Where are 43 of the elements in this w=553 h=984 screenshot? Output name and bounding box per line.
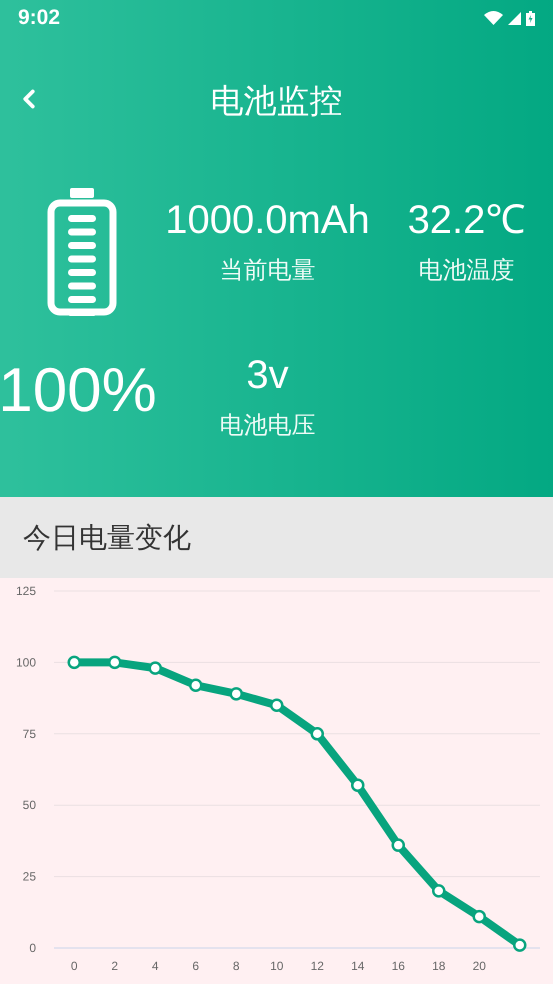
stat-label: 电池温度 [418, 255, 514, 286]
x-tick-label: 12 [310, 959, 324, 973]
x-tick-label: 8 [232, 959, 240, 973]
stat-value: 32.2℃ [408, 197, 526, 244]
y-tick-label: 100 [16, 655, 36, 670]
x-tick-label: 20 [472, 959, 486, 973]
data-point [351, 778, 364, 792]
battery-charging-icon [526, 10, 535, 26]
data-point [513, 938, 526, 952]
x-tick-label: 10 [270, 959, 284, 973]
data-point [108, 656, 122, 670]
page-title: 电池监控 [210, 80, 342, 122]
data-point [68, 656, 81, 670]
y-tick-label: 0 [29, 941, 36, 955]
data-point [148, 661, 162, 675]
x-tick-label: 2 [111, 959, 118, 973]
data-point [392, 838, 405, 852]
section-title: 今日电量变化 [23, 520, 191, 556]
data-point [310, 727, 324, 741]
y-tick-label: 50 [22, 798, 36, 812]
signal-icon [508, 12, 521, 24]
stat-label: 电池电压 [220, 410, 316, 441]
stat-value: 1000.0mAh [165, 197, 370, 244]
data-point [432, 884, 446, 898]
battery-percent: 100% [0, 355, 157, 426]
x-tick-label: 0 [70, 959, 78, 973]
x-tick-label: 18 [432, 959, 446, 973]
battery-icon [46, 188, 116, 316]
y-tick-label: 25 [22, 870, 36, 884]
x-tick-label: 14 [351, 959, 364, 973]
stat-label: 当前电量 [220, 255, 316, 286]
wifi-icon [484, 11, 503, 25]
data-point [189, 678, 202, 692]
data-point [472, 910, 486, 924]
data-point [230, 687, 243, 701]
x-tick-label: 6 [192, 959, 200, 973]
stat-value: 3v [246, 352, 289, 399]
status-time: 9:02 [18, 6, 60, 30]
x-tick-label: 16 [392, 959, 405, 973]
y-tick-label: 75 [22, 726, 36, 741]
x-tick-label: 4 [152, 959, 159, 973]
y-tick-label: 125 [16, 584, 36, 598]
data-point [270, 698, 284, 712]
